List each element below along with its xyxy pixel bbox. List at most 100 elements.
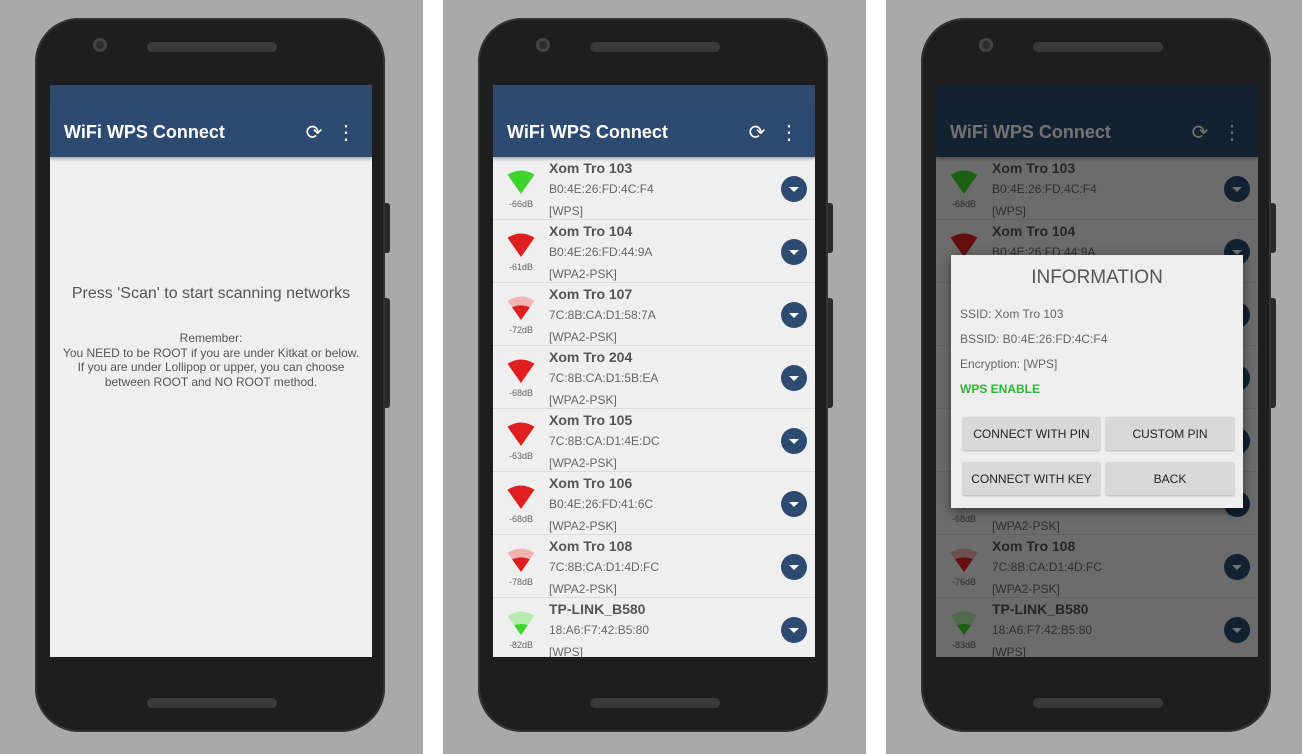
empty-message: Press 'Scan' to start scanning networks	[71, 285, 351, 302]
more-vert-icon[interactable]: ⋮	[334, 120, 358, 145]
network-encryption: [WPA2-PSK]	[549, 582, 617, 596]
note-line: between ROOT and NO ROOT method.	[104, 374, 318, 389]
camera	[536, 38, 550, 52]
network-encryption: [WPS]	[549, 645, 584, 657]
app-screen: WiFi WPS Connect ⟳ ⋮ -66dB Xom Tro 103 B0:…	[493, 85, 815, 657]
note-line: If you are under Lollipop or upper, you …	[77, 360, 345, 374]
network-list-item[interactable]: -72dB Xom Tro 107 7C:8B:CA:D1:58:7A [WPA…	[493, 283, 815, 346]
dialog-title: INFORMATION	[1031, 267, 1163, 288]
network-ssid: Xom Tro 204	[549, 349, 633, 365]
wifi-signal-icon	[505, 358, 537, 384]
dialog-encryption: Encryption: [WPS]	[960, 357, 1058, 371]
refresh-icon[interactable]: ⟳	[302, 120, 326, 145]
network-bssid: 7C:8B:CA:D1:58:7A	[549, 308, 656, 322]
network-bssid: 18:A6:F7:42:B5:80	[549, 623, 650, 637]
note-line: You NEED to be ROOT if you are under Kit…	[62, 345, 360, 360]
information-dialog: INFORMATION SSID: Xom Tro 103 BSSID: B0:…	[951, 255, 1243, 508]
camera	[979, 38, 993, 52]
signal-strength: -78dB	[508, 577, 534, 587]
expand-chevron-down-icon[interactable]	[781, 239, 807, 265]
expand-chevron-down-icon[interactable]	[781, 365, 807, 391]
speaker	[1033, 42, 1163, 52]
network-bssid: 7C:8B:CA:D1:5B:EA	[549, 371, 659, 385]
connect-with-pin-button[interactable]: CONNECT WITH PIN	[963, 417, 1100, 450]
speaker	[147, 698, 277, 708]
side-button	[828, 298, 833, 408]
side-button	[828, 203, 833, 253]
signal-strength: -68dB	[508, 388, 534, 398]
dialog-ssid: SSID: Xom Tro 103	[960, 307, 1064, 321]
signal-strength: -61dB	[508, 262, 534, 272]
network-encryption: [WPA2-PSK]	[549, 330, 617, 344]
expand-chevron-down-icon[interactable]	[781, 428, 807, 454]
custom-pin-button[interactable]: CUSTOM PIN	[1106, 417, 1234, 450]
expand-chevron-down-icon[interactable]	[781, 617, 807, 643]
network-ssid: Xom Tro 106	[549, 475, 633, 491]
wifi-signal-icon	[505, 610, 537, 636]
phone-frame: WiFi WPS Connect ⟳ ⋮ -66dB Xom Tro 103 B0:…	[478, 18, 833, 732]
network-list-item[interactable]: -61dB Xom Tro 104 B0:4E:26:FD:44:9A [WPA…	[493, 220, 815, 283]
speaker	[590, 42, 720, 52]
app-screen: WiFi WPS Connect ⟳ ⋮ Press 'Scan' to start…	[50, 85, 372, 657]
dialog-bssid: BSSID: B0:4E:26:FD:4C:F4	[960, 332, 1108, 346]
more-vert-icon[interactable]: ⋮	[777, 120, 801, 145]
side-button	[1271, 298, 1276, 408]
speaker	[147, 42, 277, 52]
phone-frame: WiFi WPS Connect⟳⋮ -68dB Xom Tro 103 B0:…	[921, 18, 1276, 732]
wifi-signal-icon	[505, 295, 537, 321]
network-list-item[interactable]: -78dB Xom Tro 108 7C:8B:CA:D1:4D:FC [WPA…	[493, 535, 815, 598]
speaker	[590, 698, 720, 708]
app-title: WiFi WPS Connect	[64, 122, 225, 142]
network-ssid: Xom Tro 103	[549, 160, 633, 176]
remember-note: Remember: You NEED to be ROOT if you are …	[50, 331, 372, 389]
network-encryption: [WPA2-PSK]	[549, 456, 617, 470]
toolbar: WiFi WPS Connect ⟳ ⋮	[50, 108, 372, 157]
signal-strength: -72dB	[508, 325, 534, 335]
network-bssid: B0:4E:26:FD:41:6C	[549, 497, 654, 511]
status-bar	[493, 85, 815, 108]
network-ssid: TP-LINK_B580	[549, 601, 646, 617]
network-ssid: Xom Tro 107	[549, 286, 633, 302]
side-button	[385, 298, 390, 408]
connect-with-key-button[interactable]: CONNECT WITH KEY	[963, 462, 1100, 495]
expand-chevron-down-icon[interactable]	[781, 302, 807, 328]
signal-strength: -63dB	[508, 451, 534, 461]
network-encryption: [WPS]	[549, 204, 584, 218]
network-list: -66dB Xom Tro 103 B0:4E:26:FD:4C:F4 [WPS…	[493, 157, 815, 657]
toolbar: WiFi WPS Connect ⟳ ⋮	[493, 108, 815, 157]
network-encryption: [WPA2-PSK]	[549, 519, 617, 533]
screenshot-panel-3: WiFi WPS Connect⟳⋮ -68dB Xom Tro 103 B0:…	[886, 0, 1302, 754]
network-bssid: 7C:8B:CA:D1:4E:DC	[549, 434, 660, 448]
refresh-icon[interactable]: ⟳	[745, 120, 769, 145]
expand-chevron-down-icon[interactable]	[781, 491, 807, 517]
note-line: Remember:	[179, 331, 243, 345]
network-bssid: B0:4E:26:FD:44:9A	[549, 245, 653, 259]
camera	[93, 38, 107, 52]
expand-chevron-down-icon[interactable]	[781, 554, 807, 580]
side-button	[1271, 203, 1276, 253]
network-ssid: Xom Tro 105	[549, 412, 633, 428]
side-button	[385, 203, 390, 253]
network-list-item[interactable]: -63dB Xom Tro 105 7C:8B:CA:D1:4E:DC [WPA…	[493, 409, 815, 472]
wifi-signal-icon	[505, 232, 537, 258]
wps-status: WPS ENABLE	[960, 382, 1041, 396]
network-list-item[interactable]: -66dB Xom Tro 103 B0:4E:26:FD:4C:F4 [WPS…	[493, 157, 815, 220]
app-screen: WiFi WPS Connect⟳⋮ -68dB Xom Tro 103 B0:…	[936, 85, 1258, 657]
network-ssid: Xom Tro 108	[549, 538, 633, 554]
network-bssid: B0:4E:26:FD:4C:F4	[549, 182, 654, 196]
network-ssid: Xom Tro 104	[549, 223, 633, 239]
network-encryption: [WPA2-PSK]	[549, 267, 617, 281]
expand-chevron-down-icon[interactable]	[781, 176, 807, 202]
wifi-signal-icon	[505, 169, 537, 195]
network-encryption: [WPA2-PSK]	[549, 393, 617, 407]
network-list-item[interactable]: -68dB Xom Tro 204 7C:8B:CA:D1:5B:EA [WPA…	[493, 346, 815, 409]
signal-strength: -82dB	[508, 640, 534, 650]
speaker	[1033, 698, 1163, 708]
wifi-signal-icon	[505, 421, 537, 447]
back-button[interactable]: BACK	[1106, 462, 1234, 495]
network-list-item[interactable]: -82dB TP-LINK_B580 18:A6:F7:42:B5:80 [WP…	[493, 598, 815, 657]
phone-frame: WiFi WPS Connect ⟳ ⋮ Press 'Scan' to start…	[35, 18, 390, 732]
signal-strength: -68dB	[508, 514, 534, 524]
app-title: WiFi WPS Connect	[507, 122, 668, 142]
network-list-item[interactable]: -68dB Xom Tro 106 B0:4E:26:FD:41:6C [WPA…	[493, 472, 815, 535]
